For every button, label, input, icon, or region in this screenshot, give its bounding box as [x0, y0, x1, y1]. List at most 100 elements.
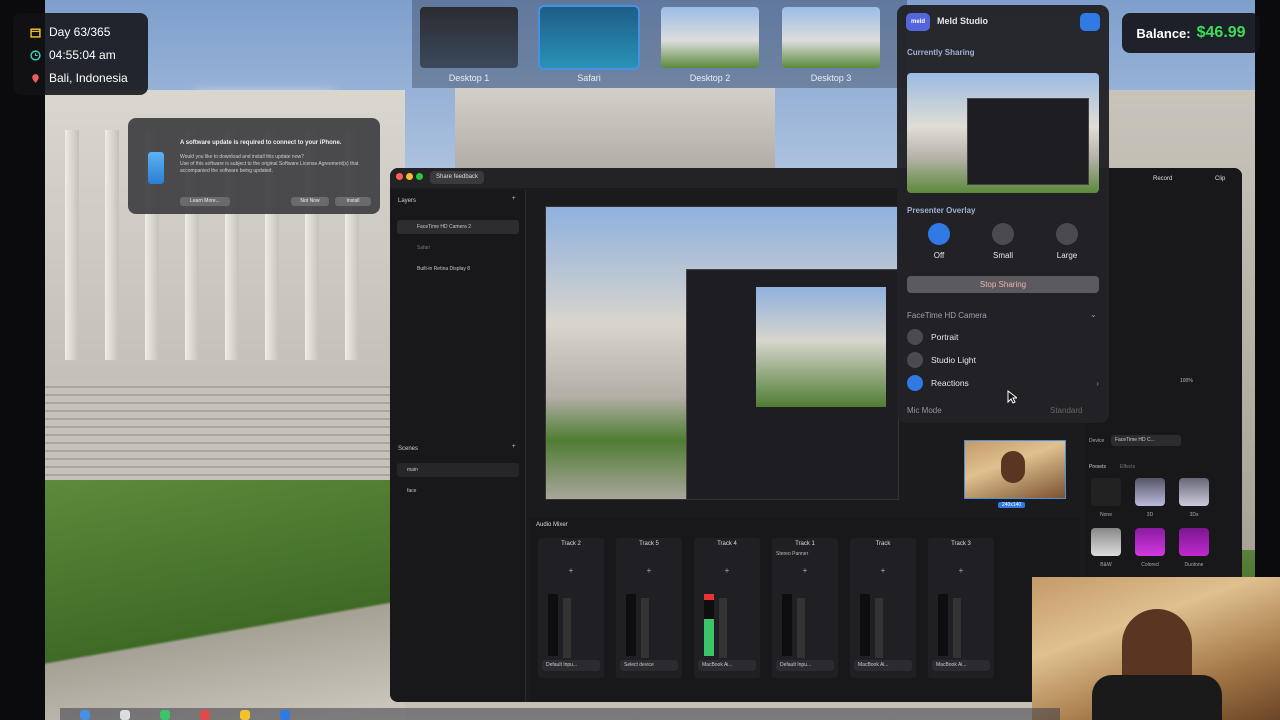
dialog-license: Use of this software is subject to the o…	[180, 161, 359, 174]
layer-item[interactable]: Safari	[397, 241, 519, 255]
layer-item[interactable]: Built-in Retina Display 8	[397, 262, 519, 276]
desktop-thumb-safari[interactable]	[538, 5, 640, 70]
track-fader[interactable]	[953, 598, 961, 658]
iphone-icon	[148, 152, 164, 184]
scene-item[interactable]: face	[397, 484, 519, 498]
install-button[interactable]: Install	[335, 197, 371, 206]
add-layer-icon[interactable]: +	[512, 196, 516, 202]
scene-item[interactable]: main	[397, 463, 519, 477]
stereo-panner-filter[interactable]: Stereo Panner	[776, 551, 808, 557]
option-label: Studio Light	[931, 355, 976, 365]
studio-light-option[interactable]: Studio Light	[907, 350, 1099, 370]
desktop-thumb-1[interactable]	[420, 7, 518, 68]
track-name[interactable]: Track 5	[616, 541, 682, 547]
preset-3ds[interactable]	[1179, 478, 1209, 506]
overlay-large-icon	[1056, 223, 1078, 245]
sharing-preview[interactable]	[907, 73, 1099, 193]
stop-sharing-button[interactable]: Stop Sharing	[907, 276, 1099, 293]
tab-presets[interactable]: Presets	[1089, 464, 1106, 470]
mouse-cursor-icon	[1007, 390, 1017, 404]
learn-more-button[interactable]: Learn More...	[180, 197, 230, 206]
overlay-large-option[interactable]: Large	[1047, 223, 1087, 260]
portrait-option[interactable]: Portrait	[907, 327, 1099, 347]
tab-record[interactable]: Record	[1153, 176, 1172, 182]
scene-preview-canvas[interactable]	[545, 206, 899, 500]
preset-colored[interactable]	[1135, 528, 1165, 556]
add-filter-icon[interactable]: +	[538, 566, 604, 575]
desktop-thumb-3[interactable]	[782, 7, 880, 68]
camera-section-heading[interactable]: FaceTime HD Camera	[907, 311, 987, 320]
balance-label: Balance:	[1136, 25, 1191, 41]
overlay-off-option[interactable]: Off	[919, 223, 959, 260]
mic-mode-value[interactable]: Standard	[1050, 406, 1082, 415]
zoom-window-button[interactable]	[416, 173, 423, 180]
clock-icon	[30, 49, 41, 61]
device-label: Device	[1089, 438, 1105, 444]
track-fader[interactable]	[719, 598, 727, 658]
track-fader[interactable]	[797, 598, 805, 658]
track-name[interactable]: Track 2	[538, 541, 604, 547]
add-filter-icon[interactable]: +	[928, 566, 994, 575]
add-filter-icon[interactable]: +	[694, 566, 760, 575]
dock-app-icon[interactable]	[240, 710, 250, 720]
preset-label: B&W	[1100, 562, 1112, 568]
not-now-button[interactable]: Not Now	[291, 197, 329, 206]
track-name[interactable]: Track 3	[928, 541, 994, 547]
track-device-select[interactable]: MacBook Ai...	[854, 660, 912, 671]
device-select[interactable]: FaceTime HD C...	[1111, 435, 1181, 446]
reactions-icon	[907, 375, 923, 391]
location-label: Bali, Indonesia	[49, 71, 128, 85]
preset-bw[interactable]	[1091, 528, 1121, 556]
minimize-window-button[interactable]	[406, 173, 413, 180]
screen-sharing-popover: meld Meld Studio Currently Sharing Prese…	[897, 5, 1109, 423]
camera-overlay-box[interactable]	[964, 440, 1066, 499]
track-device-select[interactable]: MacBook Ai...	[932, 660, 990, 671]
track-device-select[interactable]: Select device	[620, 660, 678, 671]
mic-mode-label[interactable]: Mic Mode	[907, 406, 942, 415]
camera-size-label: 240x140	[998, 502, 1026, 508]
track-device-select[interactable]: Default Inpu...	[776, 660, 834, 671]
dock-app-icon[interactable]	[280, 710, 290, 720]
track-fader[interactable]	[875, 598, 883, 658]
track-meter	[548, 594, 558, 656]
dialog-title: A software update is required to connect…	[180, 140, 342, 146]
meld-logo: meld	[906, 13, 930, 31]
desktop-thumb-2[interactable]	[661, 7, 759, 68]
share-screen-icon[interactable]	[1080, 13, 1100, 31]
share-feedback-button[interactable]: Share feedback	[430, 171, 485, 184]
layer-item[interactable]: FaceTime HD Camera 2	[397, 220, 519, 234]
close-window-button[interactable]	[396, 173, 403, 180]
dock-app-icon[interactable]	[120, 710, 130, 720]
calendar-icon	[30, 27, 41, 38]
add-filter-icon[interactable]: +	[850, 566, 916, 575]
track-fader[interactable]	[641, 598, 649, 658]
chevron-down-icon[interactable]: ⌄	[1090, 310, 1097, 319]
reactions-option[interactable]: Reactions ›	[907, 373, 1099, 393]
track-fader[interactable]	[563, 598, 571, 658]
dock-app-icon[interactable]	[80, 710, 90, 720]
add-filter-icon[interactable]: +	[772, 566, 838, 575]
scenes-title: Scenes	[398, 446, 419, 452]
preset-3d[interactable]	[1135, 478, 1165, 506]
balance-badge: Balance: $46.99	[1122, 13, 1260, 53]
desktop-label: Safari	[577, 73, 601, 83]
add-scene-icon[interactable]: +	[512, 444, 516, 450]
dock-app-icon[interactable]	[160, 710, 170, 720]
dock-app-icon[interactable]	[200, 710, 210, 720]
desktop-label: Desktop 2	[689, 73, 731, 83]
track-name[interactable]: Track 1	[772, 541, 838, 547]
track-name[interactable]: Track 4	[694, 541, 760, 547]
preset-label: Duotone	[1184, 562, 1204, 568]
track-name[interactable]: Track	[850, 541, 916, 547]
overlay-small-option[interactable]: Small	[983, 223, 1023, 260]
tab-clip[interactable]: Clip	[1215, 176, 1225, 182]
track-device-select[interactable]: Default Inpu...	[542, 660, 600, 671]
add-filter-icon[interactable]: +	[616, 566, 682, 575]
preset-duotone[interactable]	[1179, 528, 1209, 556]
mixer-track: Track 4 + MacBook Ai...	[694, 538, 760, 678]
shared-app-name: Meld Studio	[937, 16, 988, 26]
track-meter	[626, 594, 636, 656]
track-device-select[interactable]: MacBook Ai...	[698, 660, 756, 671]
tab-effects[interactable]: Effects	[1120, 464, 1135, 470]
preset-none[interactable]	[1091, 478, 1121, 506]
